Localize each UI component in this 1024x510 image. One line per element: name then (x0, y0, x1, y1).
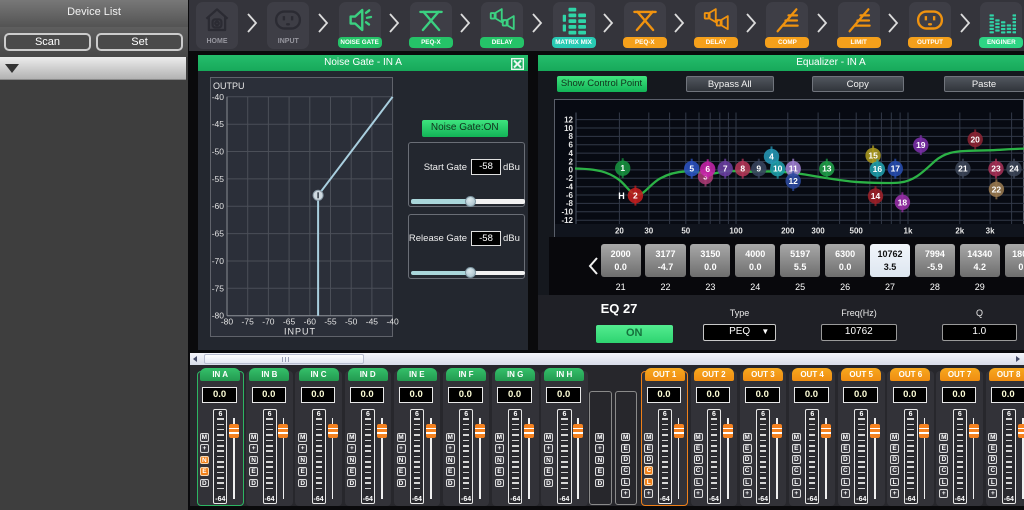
svg-text:16: 16 (873, 164, 883, 174)
svg-text:5: 5 (689, 164, 694, 174)
svg-text:2k: 2k (955, 227, 964, 236)
svg-text:1: 1 (620, 163, 625, 173)
svg-text:-12: -12 (561, 216, 573, 225)
svg-text:13: 13 (822, 164, 832, 174)
svg-text:8: 8 (740, 164, 745, 174)
svg-text:23: 23 (991, 164, 1001, 174)
svg-text:15: 15 (868, 151, 878, 161)
svg-text:-55: -55 (212, 174, 225, 184)
svg-text:9: 9 (756, 164, 761, 174)
svg-text:-60: -60 (304, 317, 317, 327)
svg-text:20: 20 (970, 134, 980, 144)
svg-text:18: 18 (898, 197, 908, 207)
svg-text:-2: -2 (566, 174, 574, 183)
svg-text:-65: -65 (212, 229, 225, 239)
svg-text:-55: -55 (324, 317, 337, 327)
svg-text:6: 6 (569, 141, 574, 150)
svg-text:INPUT: INPUT (284, 327, 316, 337)
svg-text:14: 14 (871, 191, 881, 201)
svg-text:-40: -40 (386, 317, 399, 327)
svg-text:2: 2 (569, 157, 574, 166)
svg-text:4: 4 (769, 151, 774, 161)
svg-text:500: 500 (850, 227, 864, 236)
svg-text:-45: -45 (212, 119, 225, 129)
svg-text:3k: 3k (986, 227, 995, 236)
svg-text:22: 22 (992, 184, 1002, 194)
svg-text:12: 12 (788, 176, 798, 186)
svg-text:-50: -50 (345, 317, 358, 327)
svg-text:OUTPU: OUTPU (213, 81, 245, 91)
svg-text:200: 200 (781, 227, 795, 236)
svg-text:-45: -45 (366, 317, 379, 327)
svg-text:50: 50 (681, 227, 690, 236)
svg-text:-65: -65 (283, 317, 296, 327)
svg-text:-40: -40 (212, 92, 225, 102)
svg-text:6: 6 (705, 164, 710, 174)
svg-text:-8: -8 (566, 199, 574, 208)
svg-text:100: 100 (729, 227, 743, 236)
svg-text:-70: -70 (262, 317, 275, 327)
svg-text:7: 7 (723, 164, 728, 174)
svg-text:0: 0 (569, 166, 574, 175)
svg-text:10: 10 (564, 124, 573, 133)
svg-text:4: 4 (569, 149, 574, 158)
svg-text:20: 20 (615, 227, 624, 236)
svg-text:12: 12 (564, 115, 573, 124)
svg-text:8: 8 (569, 132, 574, 141)
svg-text:-80: -80 (212, 311, 225, 321)
svg-text:-75: -75 (242, 317, 255, 327)
svg-text:-60: -60 (212, 201, 225, 211)
svg-text:17: 17 (891, 164, 901, 174)
svg-text:21: 21 (958, 164, 968, 174)
svg-text:-4: -4 (566, 183, 574, 192)
svg-text:1k: 1k (904, 227, 913, 236)
svg-text:H: H (618, 191, 625, 201)
svg-text:300: 300 (811, 227, 825, 236)
svg-text:-6: -6 (566, 191, 574, 200)
svg-text:10: 10 (773, 164, 783, 174)
svg-text:-70: -70 (212, 256, 225, 266)
svg-text:24: 24 (1009, 164, 1019, 174)
svg-text:-50: -50 (212, 147, 225, 157)
svg-text:30: 30 (644, 227, 653, 236)
svg-text:2: 2 (633, 191, 638, 201)
svg-text:-75: -75 (212, 283, 225, 293)
svg-text:-10: -10 (561, 208, 573, 217)
svg-text:19: 19 (916, 140, 926, 150)
